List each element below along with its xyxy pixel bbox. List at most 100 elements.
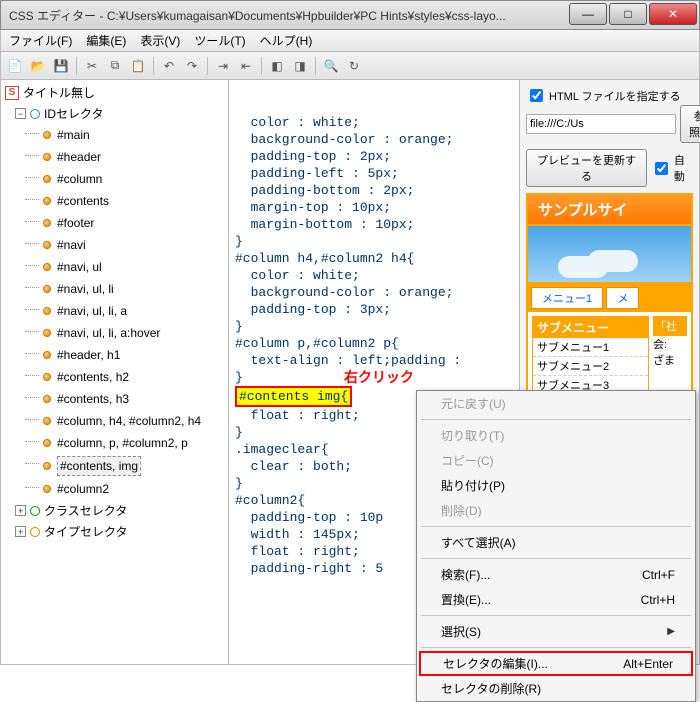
tree-item[interactable]: #footer <box>1 212 228 234</box>
editor-line: } <box>235 233 513 250</box>
tree-item[interactable]: #navi <box>1 234 228 256</box>
auto-label: 自動 <box>674 152 693 184</box>
expand-icon[interactable]: + <box>15 526 26 537</box>
tree-item[interactable]: #navi, ul, li <box>1 278 228 300</box>
tree-item[interactable]: #contents, h3 <box>1 388 228 410</box>
chevron-right-icon: ▶ <box>667 626 675 637</box>
open-icon[interactable]: 📂 <box>28 56 48 76</box>
close-button[interactable]: ✕ <box>649 3 697 25</box>
preview-submenu-header: サブメニュー <box>533 317 648 338</box>
minimize-button[interactable]: — <box>569 3 607 25</box>
selector-icon <box>43 351 51 359</box>
html-url-input[interactable] <box>526 114 676 134</box>
editor-line: padding-top : 2px; <box>235 148 513 165</box>
collapse-icon[interactable]: − <box>15 108 26 119</box>
ctx-delete[interactable]: 削除(D) <box>417 498 695 523</box>
menu-view[interactable]: 表示(V) <box>136 30 184 51</box>
tree-item[interactable]: #column2 <box>1 478 228 500</box>
selector-icon <box>43 285 51 293</box>
editor-line: background-color : orange; <box>235 131 513 148</box>
browse-button[interactable]: 参照... <box>680 105 700 143</box>
tree-group-class[interactable]: + クラスセレクタ <box>1 500 228 521</box>
tree-item[interactable]: #column, h4, #column2, h4 <box>1 410 228 432</box>
tree-group-type[interactable]: + タイプセレクタ <box>1 521 228 542</box>
selector-icon <box>43 153 51 161</box>
type-selector-icon <box>30 527 40 537</box>
tree-item-label: #footer <box>57 214 94 232</box>
save-icon[interactable]: 💾 <box>51 56 71 76</box>
tree-item[interactable]: #contents, img <box>1 454 228 478</box>
stylesheet-icon: S <box>5 86 19 100</box>
paste-icon[interactable]: 📋 <box>128 56 148 76</box>
menu-edit[interactable]: 編集(E) <box>82 30 130 51</box>
editor-line: margin-top : 10px; <box>235 199 513 216</box>
ctx-edit-selector[interactable]: セレクタの編集(I)...Alt+Enter <box>419 651 693 676</box>
tree-item[interactable]: #contents, h2 <box>1 366 228 388</box>
selector-icon <box>43 263 51 271</box>
refresh-icon[interactable]: ↻ <box>344 56 364 76</box>
expand-icon[interactable]: + <box>15 505 26 516</box>
specify-html-check[interactable] <box>530 89 543 102</box>
class-selector-icon <box>30 506 40 516</box>
editor-line: #column p,#column2 p{ <box>235 335 513 352</box>
tree-item-label: #contents <box>57 192 109 210</box>
new-icon[interactable]: 📄 <box>5 56 25 76</box>
tree-item[interactable]: #navi, ul, li, a:hover <box>1 322 228 344</box>
ctx-select-submenu[interactable]: 選択(S)▶ <box>417 619 695 644</box>
menu-file[interactable]: ファイル(F) <box>5 30 76 51</box>
preview-menu1: メニュー1 <box>531 287 603 309</box>
refresh-preview-button[interactable]: プレビューを更新する <box>526 149 647 187</box>
ctx-replace[interactable]: 置換(E)...Ctrl+H <box>417 587 695 612</box>
tree-item[interactable]: #main <box>1 124 228 146</box>
window-title: CSS エディター - C:¥Users¥kumagaisan¥Document… <box>9 7 569 24</box>
find-icon[interactable]: 🔍 <box>321 56 341 76</box>
tree-item[interactable]: #header, h1 <box>1 344 228 366</box>
auto-check[interactable] <box>655 162 668 175</box>
menu-help[interactable]: ヘルプ(H) <box>256 30 317 51</box>
tree-root[interactable]: S タイトル無し <box>1 82 228 103</box>
toolbar: 📄 📂 💾 ✂ ⧉ 📋 ↶ ↷ ⇥ ⇤ ◧ ◨ 🔍 ↻ <box>0 52 700 80</box>
tree-group-id[interactable]: − IDセレクタ <box>1 103 228 124</box>
editor-line: padding-left : 5px; <box>235 165 513 182</box>
rightclick-annotation: 右クリック <box>344 367 414 387</box>
ctx-cut[interactable]: 切り取り(T) <box>417 423 695 448</box>
tree-root-label: タイトル無し <box>23 84 95 101</box>
editor-line: color : white; <box>235 114 513 131</box>
tree-item-label: #navi <box>57 236 86 254</box>
menu-tool[interactable]: ツール(T) <box>190 30 249 51</box>
ctx-copy[interactable]: コピー(C) <box>417 448 695 473</box>
ctx-select-all[interactable]: すべて選択(A) <box>417 530 695 555</box>
ctx-find[interactable]: 検索(F)...Ctrl+F <box>417 562 695 587</box>
preview-r-header: 「社 <box>653 316 687 336</box>
ctx-delete-selector[interactable]: セレクタの削除(R) <box>417 676 695 701</box>
cut-icon[interactable]: ✂ <box>82 56 102 76</box>
undo-icon[interactable]: ↶ <box>159 56 179 76</box>
tree-item[interactable]: #column, p, #column2, p <box>1 432 228 454</box>
ctx-paste[interactable]: 貼り付け(P) <box>417 473 695 498</box>
tree-item[interactable]: #header <box>1 146 228 168</box>
tree-item[interactable]: #column <box>1 168 228 190</box>
selector-icon <box>43 307 51 315</box>
tool1-icon[interactable]: ◧ <box>267 56 287 76</box>
redo-icon[interactable]: ↷ <box>182 56 202 76</box>
selector-icon <box>43 175 51 183</box>
specify-html-checkbox[interactable]: HTML ファイルを指定する <box>526 86 693 105</box>
tree-item[interactable]: #navi, ul <box>1 256 228 278</box>
tree-item-label: #navi, ul, li, a:hover <box>57 324 160 342</box>
indent-icon[interactable]: ⇥ <box>213 56 233 76</box>
maximize-button[interactable]: □ <box>609 3 647 25</box>
editor-line: #column h4,#column2 h4{ <box>235 250 513 267</box>
outdent-icon[interactable]: ⇤ <box>236 56 256 76</box>
preview-submenu-item: サブメニュー1 <box>533 338 648 357</box>
ctx-undo[interactable]: 元に戻す(U) <box>417 391 695 416</box>
tree-item[interactable]: #navi, ul, li, a <box>1 300 228 322</box>
tree-group-type-label: タイプセレクタ <box>44 523 128 540</box>
selector-icon <box>43 197 51 205</box>
copy-icon[interactable]: ⧉ <box>105 56 125 76</box>
tree-item-label: #navi, ul, li, a <box>57 302 127 320</box>
tool2-icon[interactable]: ◨ <box>290 56 310 76</box>
specify-html-label: HTML ファイルを指定する <box>549 88 681 104</box>
editor-line: color : white; <box>235 267 513 284</box>
auto-checkbox[interactable]: 自動 <box>651 152 693 184</box>
tree-item[interactable]: #contents <box>1 190 228 212</box>
